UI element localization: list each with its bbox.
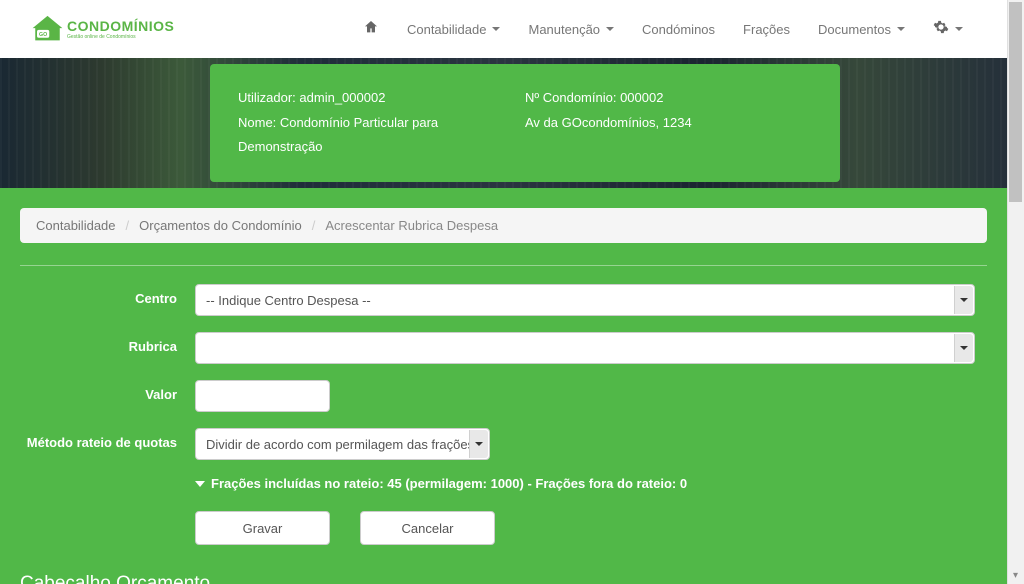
chevron-down-icon xyxy=(195,481,205,487)
scrollbar-thumb[interactable] xyxy=(1009,2,1022,202)
nav-links: Contabilidade Manutenção Condóminos Fraç… xyxy=(349,9,977,50)
centro-select[interactable]: -- Indique Centro Despesa -- xyxy=(195,284,975,316)
nav-settings[interactable] xyxy=(919,9,977,50)
info-name: Nome: Condomínio Particular para Demonst… xyxy=(238,111,525,160)
nav-fracoes[interactable]: Frações xyxy=(729,12,804,47)
nav-manutencao[interactable]: Manutenção xyxy=(514,12,628,47)
nav-condominos[interactable]: Condóminos xyxy=(628,12,729,47)
caret-down-icon xyxy=(897,27,905,31)
cancelar-button[interactable]: Cancelar xyxy=(360,511,495,545)
info-address: Av da GOcondomínios, 1234 xyxy=(525,111,812,136)
nav-label: Contabilidade xyxy=(407,22,487,37)
svg-text:GO: GO xyxy=(39,32,47,38)
nav-home[interactable] xyxy=(349,9,393,50)
rubrica-select[interactable] xyxy=(195,332,975,364)
caret-down-icon xyxy=(606,27,614,31)
metodo-label: Método rateio de quotas xyxy=(20,428,195,452)
caret-down-icon xyxy=(492,27,500,31)
logo-tagline: Gestão online de Condomínios xyxy=(67,34,174,40)
nav-label: Manutenção xyxy=(528,22,600,37)
navbar: GO CONDOMÍNIOS Gestão online de Condomín… xyxy=(0,0,1007,58)
condo-info-card: Utilizador: admin_000002 Nome: Condomíni… xyxy=(210,64,840,182)
caret-down-icon xyxy=(955,27,963,31)
info-condo-num: Nº Condomínio: 000002 xyxy=(525,86,812,111)
nav-documentos[interactable]: Documentos xyxy=(804,12,919,47)
breadcrumb-sep: / xyxy=(126,218,130,233)
hero-banner: Utilizador: admin_000002 Nome: Condomíni… xyxy=(0,58,1007,188)
nav-label: Frações xyxy=(743,22,790,37)
gravar-button[interactable]: Gravar xyxy=(195,511,330,545)
fracoes-text: Frações incluídas no rateio: 45 (permila… xyxy=(211,476,687,491)
scroll-down-arrow-icon[interactable]: ▾ xyxy=(1007,567,1024,584)
logo-brand-text: CONDOMÍNIOS xyxy=(67,18,174,34)
valor-input[interactable] xyxy=(195,380,330,412)
nav-label: Documentos xyxy=(818,22,891,37)
divider xyxy=(20,265,987,266)
breadcrumb-contabilidade[interactable]: Contabilidade xyxy=(36,218,116,233)
valor-label: Valor xyxy=(20,380,195,404)
nav-contabilidade[interactable]: Contabilidade xyxy=(393,12,515,47)
home-icon xyxy=(363,19,379,40)
scrollbar[interactable]: ▴ ▾ xyxy=(1007,0,1024,584)
section-heading: Cabeçalho Orçamento xyxy=(20,573,987,584)
fracoes-toggle[interactable]: Frações incluídas no rateio: 45 (permila… xyxy=(195,476,987,491)
gear-icon xyxy=(933,19,949,40)
breadcrumb: Contabilidade / Orçamentos do Condomínio… xyxy=(20,208,987,243)
logo-house-icon: GO xyxy=(30,14,65,44)
logo[interactable]: GO CONDOMÍNIOS Gestão online de Condomín… xyxy=(30,14,174,44)
metodo-select[interactable]: Dividir de acordo com permilagem das fra… xyxy=(195,428,490,460)
info-user: Utilizador: admin_000002 xyxy=(238,86,525,111)
main-panel: Contabilidade / Orçamentos do Condomínio… xyxy=(0,188,1007,584)
breadcrumb-current: Acrescentar Rubrica Despesa xyxy=(325,218,498,233)
centro-label: Centro xyxy=(20,284,195,308)
breadcrumb-orcamentos[interactable]: Orçamentos do Condomínio xyxy=(139,218,302,233)
rubrica-label: Rubrica xyxy=(20,332,195,356)
breadcrumb-sep: / xyxy=(312,218,316,233)
nav-label: Condóminos xyxy=(642,22,715,37)
